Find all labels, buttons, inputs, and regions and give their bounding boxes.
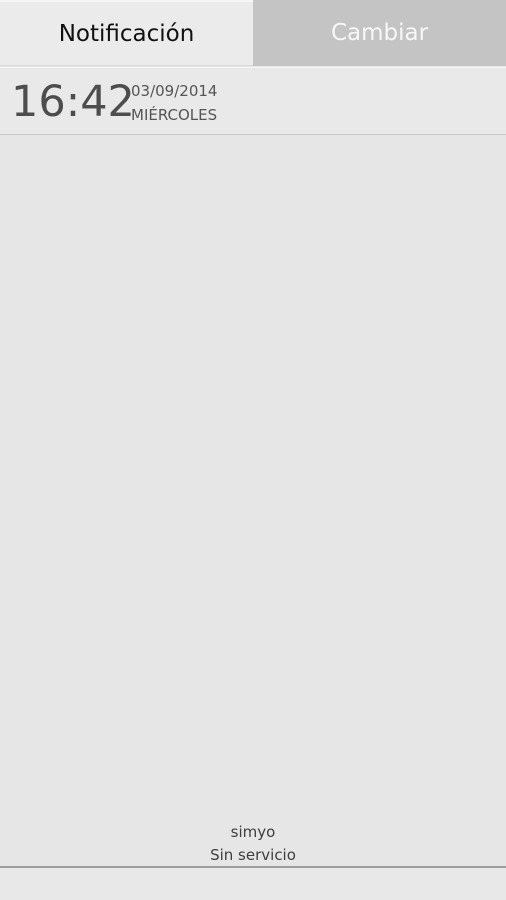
clock-weekday: MIÉRCOLES xyxy=(131,106,218,124)
tab-toggles[interactable]: Cambiar xyxy=(253,0,506,66)
tab-notifications-label: Notificación xyxy=(58,20,195,47)
tab-notifications[interactable]: Notificación xyxy=(0,0,253,66)
service-status: Sin servicio xyxy=(210,846,296,864)
clock-header[interactable]: 16:42 03/09/2014 MIÉRCOLES xyxy=(0,67,506,135)
tab-toggles-label: Cambiar xyxy=(330,19,429,46)
clock-date: 03/09/2014 xyxy=(131,82,218,100)
clock-time: 16:42 xyxy=(11,77,135,127)
panel-drag-handle[interactable] xyxy=(0,868,506,900)
panel-tabs: Notificación Cambiar xyxy=(0,0,506,66)
carrier-label: simyo xyxy=(230,823,276,841)
